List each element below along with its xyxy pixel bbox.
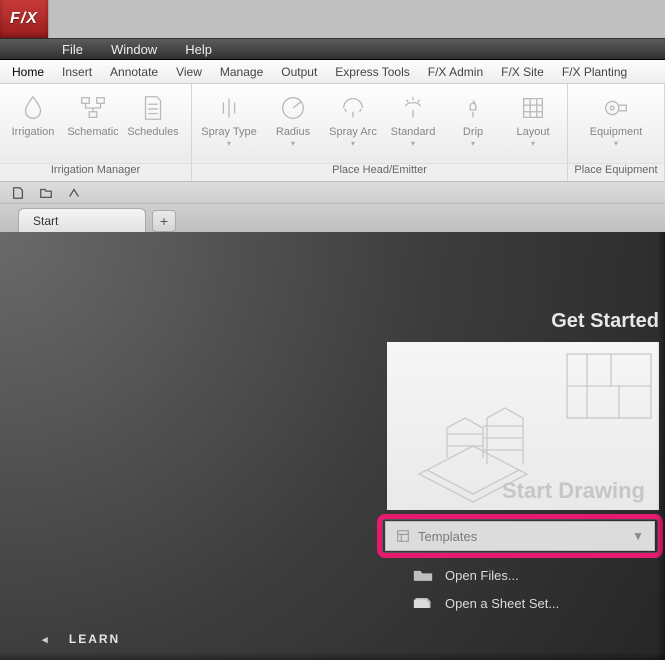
templates-label: Templates bbox=[418, 529, 477, 544]
qat-arrow-icon[interactable] bbox=[66, 185, 82, 201]
grid-icon bbox=[504, 90, 562, 126]
sheet-set-icon bbox=[411, 595, 435, 611]
open-sheet-set-link[interactable]: Open a Sheet Set... bbox=[411, 595, 659, 611]
btn-standard[interactable]: Standard bbox=[384, 90, 442, 148]
start-drawing-label: Start Drawing bbox=[502, 478, 645, 504]
ribbon-tab-annotate[interactable]: Annotate bbox=[110, 65, 158, 79]
radius-icon bbox=[264, 90, 322, 126]
shadow-bottom bbox=[0, 652, 665, 660]
ribbon-tab-fx-site[interactable]: F/X Site bbox=[501, 65, 544, 79]
document-tab-strip: Start + bbox=[0, 204, 665, 232]
equipment-icon bbox=[583, 90, 649, 126]
panel-place-head-emitter: Spray Type Radius Spray Arc Standard Dri… bbox=[192, 84, 568, 181]
document-icon bbox=[124, 90, 182, 126]
ribbon-tab-fx-admin[interactable]: F/X Admin bbox=[428, 65, 483, 79]
btn-schedules[interactable]: Schedules bbox=[124, 90, 182, 139]
panel-title: Irrigation Manager bbox=[0, 163, 191, 181]
spray-arc-icon bbox=[324, 90, 382, 126]
folder-icon bbox=[411, 567, 435, 583]
btn-equipment[interactable]: Equipment bbox=[583, 90, 649, 148]
btn-spray-arc[interactable]: Spray Arc bbox=[324, 90, 382, 148]
doc-tab-new[interactable]: + bbox=[152, 210, 176, 232]
btn-irrigation[interactable]: Irrigation bbox=[4, 90, 62, 139]
open-files-link[interactable]: Open Files... bbox=[411, 567, 659, 583]
btn-layout[interactable]: Layout bbox=[504, 90, 562, 148]
panel-place-equipment: Equipment Place Equipment bbox=[568, 84, 665, 181]
ribbon-tab-home[interactable]: Home bbox=[12, 65, 44, 79]
template-icon bbox=[396, 529, 410, 543]
ribbon-tab-insert[interactable]: Insert bbox=[62, 65, 92, 79]
chevron-down-icon: ▼ bbox=[632, 529, 644, 543]
menu-file[interactable]: File bbox=[62, 42, 83, 57]
menu-bar: File Window Help bbox=[0, 38, 665, 60]
standard-icon bbox=[384, 90, 442, 126]
templates-dropdown[interactable]: Templates ▼ bbox=[385, 521, 655, 551]
ribbon-tab-view[interactable]: View bbox=[176, 65, 202, 79]
quick-access-toolbar bbox=[0, 182, 665, 204]
panel-title: Place Head/Emitter bbox=[192, 163, 567, 181]
start-workspace: Get Started Start Drawing Templates ▼ bbox=[0, 232, 665, 660]
ribbon-tab-output[interactable]: Output bbox=[281, 65, 317, 79]
get-started-heading: Get Started bbox=[551, 310, 659, 333]
start-drawing-card[interactable]: Start Drawing bbox=[387, 342, 659, 510]
drip-icon bbox=[444, 90, 502, 126]
qat-doc-icon[interactable] bbox=[10, 185, 26, 201]
spray-type-icon bbox=[196, 90, 262, 126]
learn-toggle[interactable]: LEARN bbox=[42, 632, 120, 646]
ribbon-tab-express[interactable]: Express Tools bbox=[335, 65, 409, 79]
panel-title: Place Equipment bbox=[568, 163, 664, 181]
ribbon-tab-fx-planting[interactable]: F/X Planting bbox=[562, 65, 627, 79]
drop-icon bbox=[4, 90, 62, 126]
menu-help[interactable]: Help bbox=[185, 42, 212, 57]
ribbon-tab-strip: Home Insert Annotate View Manage Output … bbox=[0, 60, 665, 84]
qat-folder-icon[interactable] bbox=[38, 185, 54, 201]
ribbon: Irrigation Schematic Schedules Irrigatio… bbox=[0, 84, 665, 182]
btn-spray-type[interactable]: Spray Type bbox=[196, 90, 262, 148]
doc-tab-start[interactable]: Start bbox=[18, 208, 146, 232]
schematic-icon bbox=[64, 90, 122, 126]
btn-radius[interactable]: Radius bbox=[264, 90, 322, 148]
btn-drip[interactable]: Drip bbox=[444, 90, 502, 148]
title-bar: F/X bbox=[0, 0, 665, 38]
btn-schematic[interactable]: Schematic bbox=[64, 90, 122, 139]
menu-window[interactable]: Window bbox=[111, 42, 157, 57]
templates-highlight: Templates ▼ bbox=[377, 514, 663, 558]
app-logo: F/X bbox=[0, 0, 48, 38]
panel-irrigation-manager: Irrigation Schematic Schedules Irrigatio… bbox=[0, 84, 192, 181]
app-logo-text: F/X bbox=[10, 10, 38, 28]
ribbon-tab-manage[interactable]: Manage bbox=[220, 65, 263, 79]
